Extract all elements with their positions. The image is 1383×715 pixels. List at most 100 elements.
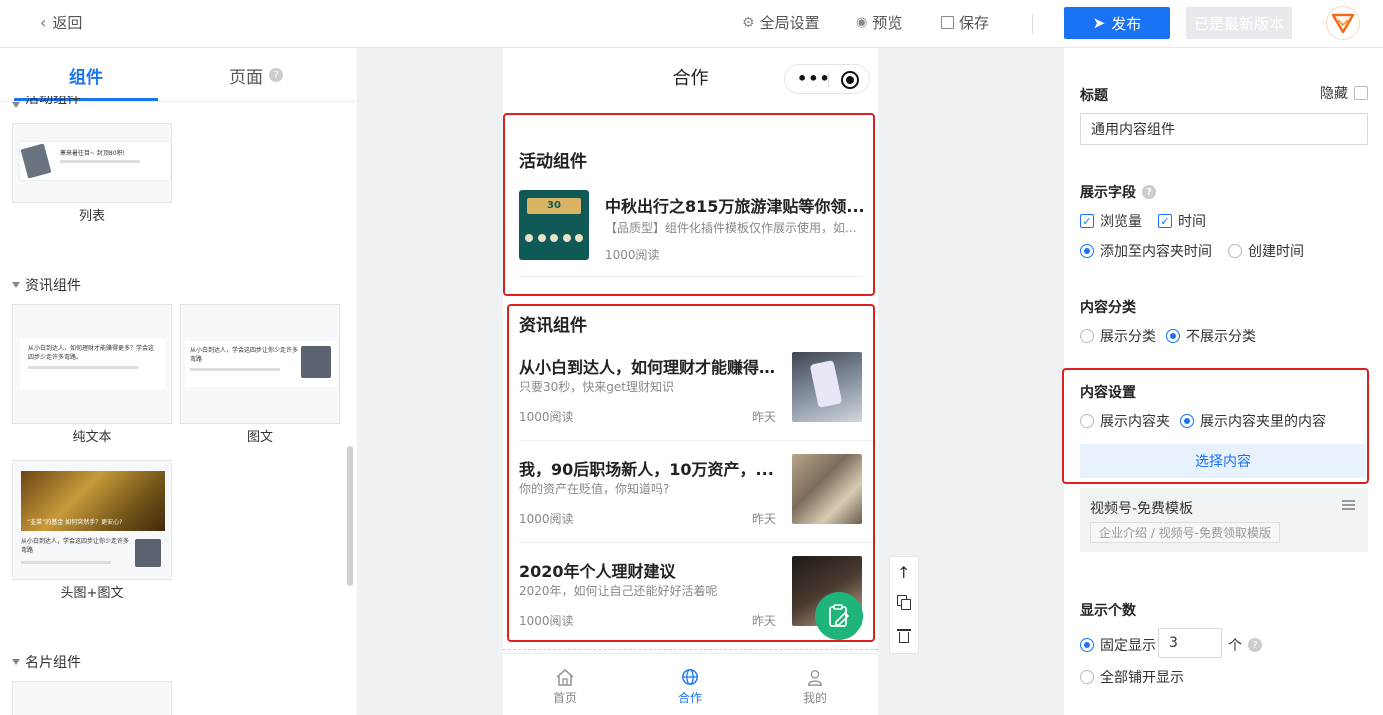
news-item-reads: 1000阅读 [519,614,574,628]
back-button[interactable]: ‹ 返回 [40,12,82,33]
help-icon[interactable]: ? [1142,185,1156,199]
collapse-icon [12,659,20,665]
tab-page[interactable]: 页面 ? [186,48,326,102]
time-created-radio[interactable] [1228,244,1242,258]
time-added-option[interactable]: 添加至内容夹时间 [1080,241,1212,261]
show-folder-content-option[interactable]: 展示内容夹里的内容 [1180,411,1326,431]
top-bar: ‹ 返回 ⚙ 全局设置 ◉ 预览 保存 ➤ 发布 已是最新版本 [0,0,1383,48]
show-category-option[interactable]: 展示分类 [1080,326,1156,346]
news-item[interactable]: 从小白到达人，如何理财才能赚得... 只要30秒，快来get理财知识 1000阅… [509,344,873,441]
global-settings-button[interactable]: ⚙ 全局设置 [742,12,820,33]
show-category-radio[interactable] [1080,329,1094,343]
drag-handle-icon[interactable] [1342,500,1355,510]
preview-button[interactable]: ◉ 预览 [856,12,902,33]
show-folder-radio[interactable] [1080,414,1094,428]
save-button[interactable]: 保存 [941,12,989,33]
fixed-count-option[interactable]: 固定显示 [1080,635,1156,655]
close-miniprogram-icon[interactable] [841,71,859,89]
component-thumb-image-text[interactable]: 从小白到达人，学会这四步让你少走许多弯路 [180,304,340,424]
time-created-option[interactable]: 创建时间 [1228,241,1304,261]
help-icon[interactable]: ? [269,68,283,82]
tab-cooperation[interactable]: 合作 [655,668,725,706]
thumb-line [60,160,140,163]
component-toolbar: ↑ [889,556,919,654]
section-news[interactable]: 资讯组件 [12,275,81,295]
component-thumb-header-image-text[interactable]: “韭菜”的基金 如何突然手？更安心? 从小白到达人，学会这四步让你少走许多弯路 [12,460,172,580]
move-up-icon[interactable]: ↑ [897,563,910,582]
show-all-option[interactable]: 全部铺开显示 [1080,667,1184,687]
news-item-subtitle: 只要30秒，快来get理财知识 [519,380,674,394]
brand-logo[interactable] [1326,6,1360,40]
save-icon [941,16,954,29]
thumb-card: 从小白到达人，学会这四步让你少走许多弯路 [185,341,337,387]
hide-checkbox[interactable] [1354,86,1368,100]
show-folder-content-radio[interactable] [1180,414,1194,428]
news-item-subtitle: 你的资产在贬值，你知道吗? [519,482,670,496]
component-thumb-plain-text[interactable]: 从小白到达人，如何理财才能赚得更多？学会这四步少走许多弯路。 [12,304,172,424]
news-component-block[interactable]: 资讯组件 从小白到达人，如何理财才能赚得... 只要30秒，快来get理财知识 … [507,304,875,642]
section-activity[interactable]: 活动组件 [12,96,81,108]
time-checkbox[interactable]: ✓ [1158,214,1172,228]
thumb-line [190,368,280,371]
hide-category-option[interactable]: 不展示分类 [1166,326,1256,346]
news-item[interactable]: 我，90后职场新人，10万资产，... 你的资产在贬值，你知道吗? 1000阅读… [509,446,873,543]
component-label-image-text: 图文 [246,430,273,445]
field-time-option[interactable]: ✓ 时间 [1158,211,1206,231]
toolbar-divider [1032,14,1033,34]
title-input[interactable]: 通用内容组件 [1080,113,1368,145]
eye-icon: ◉ [856,15,868,30]
latest-version-button: 已是最新版本 [1186,7,1292,39]
thumb-card: 寒来暑往目~ 封顶80积! [20,142,170,180]
news-item-title: 我，90后职场新人，10万资产，... [519,460,774,479]
news-item-time: 昨天 [752,512,777,526]
selected-content-title: 视频号-免费模板 [1090,501,1194,517]
divider [519,276,863,277]
clipboard-edit-icon [829,604,850,627]
hide-category-radio[interactable] [1166,329,1180,343]
count-input[interactable]: 3 [1158,628,1222,658]
select-content-button[interactable]: 选择内容 [1080,444,1366,478]
activity-title[interactable]: 中秋出行之815万旅游津贴等你领... [605,193,865,217]
home-icon [556,668,574,686]
tab-components[interactable]: 组件 [14,48,158,102]
component-thumb-list[interactable]: 寒来暑往目~ 封顶80积! [12,123,172,203]
thumb-image [135,539,161,567]
divider [519,440,873,441]
selected-content-card[interactable]: 视频号-免费模板 企业介绍 / 视频号-免费领取模版 [1080,488,1368,552]
mini-program-capsule[interactable]: ••• [784,64,870,94]
phone-preview: 合作 ••• 活动组件 30 中秋出行之815万旅游津贴等你领... 【品质型】… [503,48,878,715]
thumb-image [301,346,331,378]
help-icon[interactable]: ? [1248,638,1262,652]
views-checkbox[interactable]: ✓ [1080,214,1094,228]
fixed-count-radio[interactable] [1080,638,1094,652]
activity-poster-image[interactable]: 30 [519,190,589,260]
component-thumb-card[interactable] [12,681,172,715]
thumb-line [28,366,138,369]
globe-icon [682,669,698,685]
hide-toggle[interactable]: 隐藏 [1320,83,1368,103]
gear-icon: ⚙ [742,14,755,31]
tab-mine[interactable]: 我的 [780,668,850,706]
component-label-list: 列表 [78,209,105,224]
thumb-image [20,143,52,179]
more-icon[interactable]: ••• [797,69,831,88]
activity-component-block[interactable]: 活动组件 30 中秋出行之815万旅游津贴等你领... 【品质型】组件化插件模板… [503,113,875,296]
show-all-radio[interactable] [1080,670,1094,684]
logo-icon [1331,13,1355,34]
news-item-subtitle: 2020年，如何让自己还能好好活着呢 [519,584,718,598]
chevron-left-icon: ‹ [40,13,47,32]
news-item-image [792,454,862,524]
left-scrollbar[interactable] [347,446,353,586]
content-settings-label: 内容设置 [1080,385,1136,401]
copy-icon[interactable] [897,595,911,611]
news-item-title: 2020年个人理财建议 [519,562,676,581]
settings-panel: 标题 隐藏 通用内容组件 展示字段 ? ✓ 浏览量 ✓ 时间 添加至内容夹时间 … [1062,48,1383,715]
section-card[interactable]: 名片组件 [12,652,81,672]
show-folder-option[interactable]: 展示内容夹 [1080,411,1170,431]
edit-fab-button[interactable] [815,592,863,640]
publish-button[interactable]: ➤ 发布 [1064,7,1170,39]
time-added-radio[interactable] [1080,244,1094,258]
tab-home[interactable]: 首页 [530,668,600,706]
delete-icon[interactable] [896,627,912,645]
field-views-option[interactable]: ✓ 浏览量 [1080,211,1142,231]
